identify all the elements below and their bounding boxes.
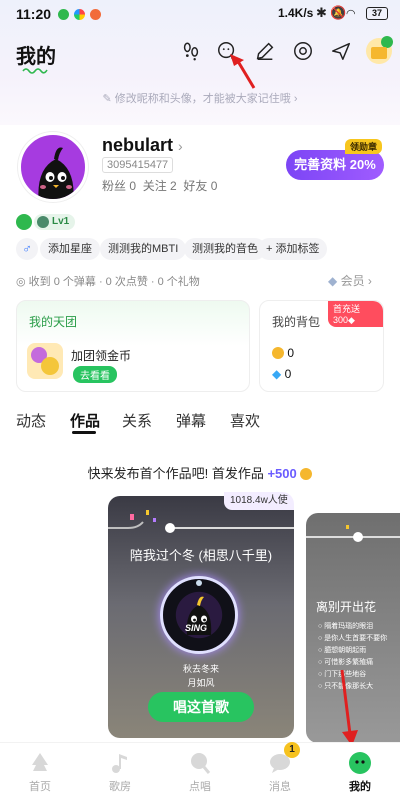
tag-mbti-test[interactable]: 测测我的MBTI [100, 238, 187, 260]
tab-likes[interactable]: 喜欢 [230, 410, 260, 431]
settings-icon[interactable] [292, 40, 314, 62]
tab-feed[interactable]: 动态 [16, 410, 46, 431]
nav-messages[interactable]: 1 消息 [240, 742, 320, 800]
edit-profile-notice[interactable]: ✎ 修改昵称和头像，才能被大家记住哦 › [0, 90, 400, 106]
app-notification-icon [90, 9, 101, 20]
follow-stats: 粉丝 0 关注 2 好友 0 [102, 177, 217, 194]
first-charge-promo[interactable]: 首充送300◆ [328, 301, 383, 327]
bottom-nav: 首页 歌房 点唱 1 消息 我的 [0, 742, 400, 800]
level-badge[interactable]: Lv1 [34, 214, 76, 230]
status-time: 11:20 [16, 6, 52, 22]
plant-badge-icon[interactable] [16, 214, 32, 230]
chevron-right-icon: › [178, 138, 183, 154]
group-avatar-icon [27, 343, 63, 379]
edit-icon[interactable] [254, 40, 276, 62]
gift-icon[interactable] [366, 36, 393, 64]
lyric-option: ○ 臆想朝朝起雨 [318, 647, 367, 654]
microphone-icon [191, 753, 211, 774]
music-note-icon [112, 754, 127, 773]
fans-count[interactable]: 粉丝 0 [102, 179, 136, 193]
record-icon: ◎ [16, 276, 26, 288]
pencil-icon: ✎ [102, 93, 112, 105]
mute-icon: 🔕 [330, 5, 347, 20]
diamond-icon: ◆ [328, 274, 338, 288]
coin-icon [300, 468, 313, 480]
tab-relations[interactable]: 关系 [122, 410, 152, 431]
complete-profile-button[interactable]: 完善资料 20% [286, 150, 384, 180]
add-friend-icon[interactable] [216, 40, 238, 62]
friends-count[interactable]: 好友 0 [183, 179, 217, 193]
song-disc-icon: SING [160, 576, 238, 654]
gender-male-icon[interactable]: ♂ [16, 238, 38, 260]
bluetooth-icon: ✱ [316, 5, 327, 20]
home-icon [32, 753, 48, 771]
tab-danmaku[interactable]: 弹幕 [176, 410, 206, 431]
me-icon [349, 752, 371, 774]
lyric-line: 月如风 [187, 678, 215, 688]
song-title: 陪我过个冬 (相思八千里) [129, 548, 273, 563]
progress-decoration [108, 510, 294, 533]
lyric-option: ○ 隔着玛瑙的眼泪 [318, 623, 374, 630]
coin-icon [272, 347, 284, 359]
medal-tag[interactable]: 领勋章 [345, 139, 383, 154]
tag-voice-test[interactable]: 测测我的音色 [184, 238, 266, 260]
gem-icon: ◆ [348, 315, 355, 325]
tag-add-label[interactable]: + 添加标签 [258, 238, 328, 260]
lyric-option: ○ 只不能像那长大 [318, 683, 374, 690]
member-link[interactable]: ◆ 会员 › [328, 272, 372, 289]
battery-icon: 37 [366, 7, 388, 20]
network-speed: 1.4K/s [278, 6, 314, 20]
wifi-icon: ◠ [346, 8, 356, 20]
my-bag-card[interactable]: 我的背包 首充送300◆ 0 ◆ 0 [259, 300, 384, 392]
footprint-icon[interactable] [180, 40, 202, 62]
sing-this-song-button[interactable]: 唱这首歌 [148, 692, 254, 722]
diamond-balance: ◆ 0 [272, 367, 292, 381]
status-bar: 11:20 1.4K/s ✱ 🔕 ◠ 37 [0, 0, 400, 30]
received-stats: ◎ 收到 0 个弹幕 · 0 次点赞 · 0 个礼物 [16, 276, 200, 288]
share-icon[interactable] [330, 40, 352, 62]
avatar[interactable] [18, 132, 88, 202]
nav-song-room[interactable]: 歌房 [80, 743, 160, 800]
tab-works[interactable]: 作品 [70, 410, 100, 431]
nav-home[interactable]: 首页 [0, 743, 80, 800]
page-title: 我的 [16, 46, 56, 68]
app-notification-icon [58, 9, 69, 20]
publish-hint: 快来发布首个作品吧! 首发作品 +500 [0, 463, 400, 482]
bag-card-title: 我的背包 [272, 315, 321, 329]
progress-decoration [306, 525, 400, 542]
following-count[interactable]: 关注 2 [143, 179, 177, 193]
user-id: 3095415477 [102, 157, 174, 173]
coin-balance: 0 [272, 346, 294, 360]
lyric-option: ○ 可惜影多繁殖痛 [318, 659, 374, 666]
username[interactable]: nebulart › [102, 135, 183, 156]
app-notification-icon [74, 9, 85, 20]
my-group-card[interactable]: 我的天团 加团领金币 去看看 [16, 300, 250, 392]
lyric-line: 秋去冬来 [182, 664, 219, 674]
message-badge: 1 [284, 742, 300, 758]
group-card-title: 我的天团 [29, 315, 78, 329]
lyric-option: ○ 门下那些地谷 [318, 671, 367, 678]
nav-me[interactable]: 我的 [320, 743, 400, 800]
tag-add-zodiac[interactable]: 添加星座 [40, 238, 100, 260]
diamond-icon: ◆ [272, 367, 282, 381]
title-squiggle [22, 68, 48, 74]
song-title: 离别开出花 [316, 600, 377, 614]
nav-request-song[interactable]: 点唱 [160, 743, 240, 800]
lyric-option: ○ 是你人生首要不要你 [318, 635, 388, 642]
go-see-button[interactable]: 去看看 [73, 366, 117, 383]
group-action-label: 加团领金币 [71, 349, 132, 363]
active-tab-indicator [72, 431, 96, 434]
disc-label: SING [185, 623, 208, 633]
level-icon [37, 216, 49, 228]
